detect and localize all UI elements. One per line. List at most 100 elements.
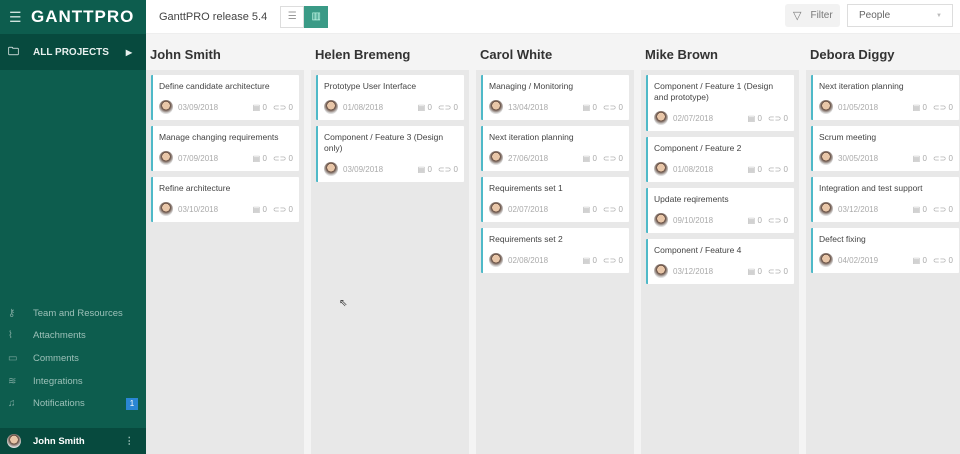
- task-card[interactable]: Update reqirements 09/10/2018 ▤ 0 ⊂⊃ 0: [646, 188, 794, 233]
- sidebar-item-integrations[interactable]: ≋ Integrations: [0, 370, 146, 393]
- chevron-down-icon: ▼: [936, 12, 942, 19]
- assignee-avatar: [489, 202, 503, 216]
- task-card[interactable]: Next iteration planning 01/05/2018 ▤ 0 ⊂…: [811, 75, 959, 120]
- card-list: Prototype User Interface 01/08/2018 ▤ 0 …: [311, 70, 469, 454]
- attachment-icon: ⊂⊃: [437, 102, 452, 112]
- task-card[interactable]: Integration and test support 03/12/2018 …: [811, 177, 959, 222]
- assignee-avatar: [489, 100, 503, 114]
- task-card[interactable]: Defect fixing 04/02/2019 ▤ 0 ⊂⊃ 0: [811, 228, 959, 273]
- task-title: Managing / Monitoring: [489, 81, 574, 91]
- assignee-avatar: [819, 151, 833, 165]
- card-list: Managing / Monitoring 13/04/2018 ▤ 0 ⊂⊃ …: [476, 70, 634, 454]
- sidebar-item-notifications[interactable]: ♫ Notifications 1: [0, 392, 146, 415]
- sidebar-item-team-and-resources[interactable]: ⚷ Team and Resources: [0, 302, 146, 325]
- task-date: 01/05/2018: [838, 102, 879, 112]
- assignee-avatar: [159, 151, 173, 165]
- task-card[interactable]: Refine architecture 03/10/2018 ▤ 0 ⊂⊃ 0: [151, 177, 299, 222]
- board-column: Mike Brown Component / Feature 1 (Design…: [641, 35, 799, 454]
- task-date: 13/04/2018: [508, 102, 549, 112]
- comment-icon: ▤: [912, 204, 921, 214]
- task-title: Prototype User Interface: [324, 81, 417, 91]
- assignee-avatar: [819, 253, 833, 267]
- assignee-avatar: [654, 111, 668, 125]
- task-title: Component / Feature 3 (Design only): [324, 132, 444, 153]
- comment-icon: ▭: [8, 352, 18, 364]
- attachment-icon: ⊂⊃: [602, 255, 617, 265]
- task-card[interactable]: Next iteration planning 27/06/2018 ▤ 0 ⊂…: [481, 126, 629, 171]
- attachment-count: 0: [618, 255, 623, 265]
- gantt-view-button[interactable]: ☰: [280, 5, 305, 28]
- sidebar-item-attachments[interactable]: ⌇ Attachments: [0, 325, 146, 348]
- comment-icon: ▤: [582, 153, 591, 163]
- more-icon[interactable]: ⋮: [125, 436, 135, 447]
- user-name: John Smith: [33, 435, 85, 447]
- comment-count: 0: [427, 164, 432, 174]
- task-title: Requirements set 1: [489, 183, 563, 193]
- task-date: 09/10/2018: [673, 215, 714, 225]
- task-card[interactable]: Manage changing requirements 07/09/2018 …: [151, 126, 299, 171]
- project-title: GanttPRO release 5.4: [159, 10, 268, 23]
- column-title: Helen Bremeng: [315, 47, 411, 62]
- task-title: Component / Feature 1 (Design and protot…: [654, 81, 774, 102]
- all-projects-button[interactable]: 🗀 ALL PROJECTS ▶: [0, 34, 146, 70]
- attachment-count: 0: [783, 164, 788, 174]
- comment-count: 0: [592, 255, 597, 265]
- task-card[interactable]: Component / Feature 4 03/12/2018 ▤ 0 ⊂⊃ …: [646, 239, 794, 284]
- comment-count: 0: [592, 102, 597, 112]
- comment-count: 0: [922, 153, 927, 163]
- sidebar-nav: ⚷ Team and Resources ⌇ Attachments ▭ Comments…: [0, 302, 146, 415]
- comment-icon: ▤: [747, 215, 756, 225]
- board-icon: ▥: [311, 11, 321, 22]
- filter-icon: ▽: [793, 10, 802, 22]
- task-card[interactable]: Managing / Monitoring 13/04/2018 ▤ 0 ⊂⊃ …: [481, 75, 629, 120]
- attachment-icon: ⊂⊃: [437, 164, 452, 174]
- menu-icon[interactable]: ☰: [9, 9, 31, 26]
- attachment-icon: ⊂⊃: [272, 204, 287, 214]
- sidebar: ☰ GANTTPRO 🗀 ALL PROJECTS ▶ ⚷ Team and Re…: [0, 0, 146, 454]
- comment-icon: ▤: [912, 255, 921, 265]
- comment-icon: ▤: [747, 164, 756, 174]
- comment-icon: ▤: [912, 153, 921, 163]
- attachment-count: 0: [618, 102, 623, 112]
- attachment-count: 0: [618, 204, 623, 214]
- task-card[interactable]: Component / Feature 3 (Design only) 03/0…: [316, 126, 464, 182]
- filter-button[interactable]: ▽ Filter: [785, 4, 840, 27]
- attachment-icon: ⊂⊃: [932, 255, 947, 265]
- task-card[interactable]: Define candidate architecture 03/09/2018…: [151, 75, 299, 120]
- assignee-avatar: [324, 100, 338, 114]
- assignee-avatar: [819, 202, 833, 216]
- task-date: 03/09/2018: [178, 102, 219, 112]
- all-projects-label: ALL PROJECTS: [33, 46, 109, 58]
- comment-count: 0: [427, 102, 432, 112]
- task-card[interactable]: Scrum meeting 30/05/2018 ▤ 0 ⊂⊃ 0: [811, 126, 959, 171]
- attachment-count: 0: [948, 153, 953, 163]
- comment-icon: ▤: [747, 113, 756, 123]
- task-card[interactable]: Component / Feature 2 01/08/2018 ▤ 0 ⊂⊃ …: [646, 137, 794, 182]
- board-column: Debora Diggy Next iteration planning 01/…: [806, 35, 960, 454]
- gantt-icon: ☰: [287, 11, 297, 22]
- bell-icon: ♫: [8, 398, 16, 410]
- user-profile[interactable]: John Smith ⋮: [0, 428, 146, 454]
- sidebar-item-label: Attachments: [33, 330, 86, 342]
- attachment-icon: ⊂⊃: [767, 266, 782, 276]
- comment-count: 0: [592, 153, 597, 163]
- task-title: Define candidate architecture: [159, 81, 270, 91]
- group-by-select[interactable]: People ▼: [847, 4, 953, 27]
- attachment-count: 0: [453, 164, 458, 174]
- task-card[interactable]: Prototype User Interface 01/08/2018 ▤ 0 …: [316, 75, 464, 120]
- task-card[interactable]: Requirements set 2 02/08/2018 ▤ 0 ⊂⊃ 0: [481, 228, 629, 273]
- comment-count: 0: [922, 204, 927, 214]
- task-date: 03/10/2018: [178, 204, 219, 214]
- board-view-button[interactable]: ▥: [304, 5, 329, 28]
- task-title: Defect fixing: [819, 234, 866, 244]
- task-title: Update reqirements: [654, 194, 729, 204]
- task-card[interactable]: Component / Feature 1 (Design and protot…: [646, 75, 794, 131]
- assignee-avatar: [489, 253, 503, 267]
- task-card[interactable]: Requirements set 1 02/07/2018 ▤ 0 ⊂⊃ 0: [481, 177, 629, 222]
- sidebar-item-comments[interactable]: ▭ Comments: [0, 347, 146, 370]
- attachment-icon: ⊂⊃: [767, 113, 782, 123]
- task-date: 03/12/2018: [838, 204, 879, 214]
- caret-right-icon: ▶: [125, 47, 132, 57]
- comment-count: 0: [262, 204, 267, 214]
- task-date: 04/02/2019: [838, 255, 879, 265]
